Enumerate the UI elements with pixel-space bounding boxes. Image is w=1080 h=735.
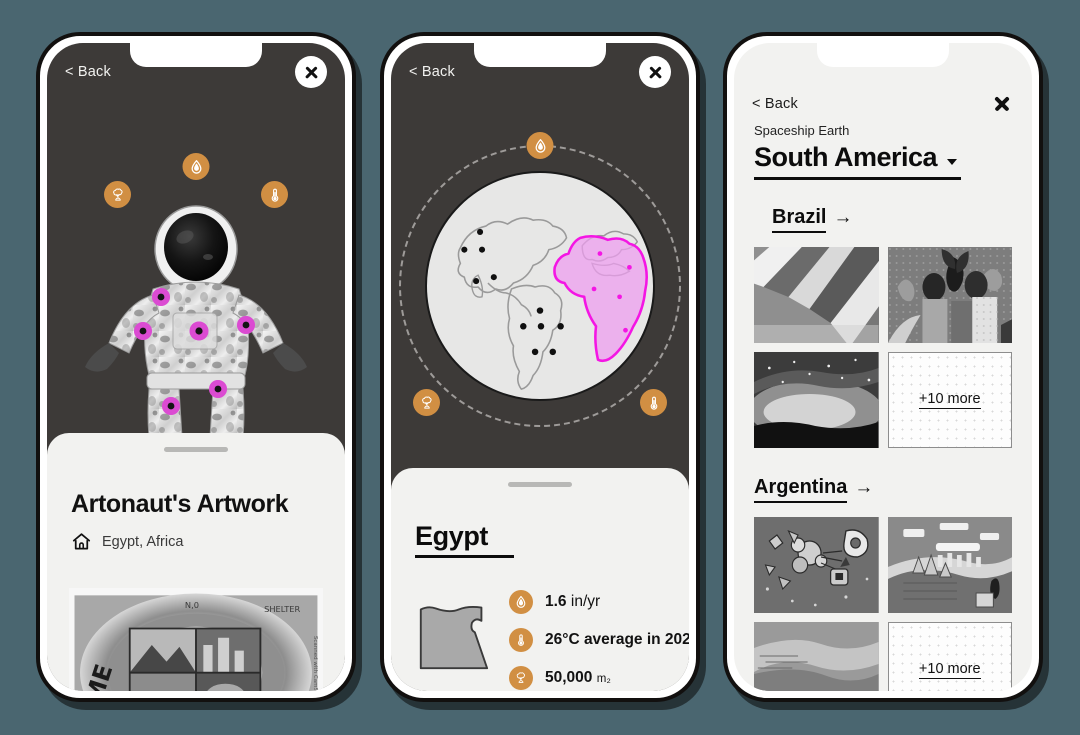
phone-notch <box>474 43 606 67</box>
egypt-shape-icon <box>415 588 491 672</box>
water-drop-icon <box>516 595 526 608</box>
svg-text:SHELTER: SHELTER <box>264 604 300 614</box>
screen-gallery: < Back Spaceship Earth South America Bra… <box>734 43 1032 691</box>
stat-rainfall-value: 1.6 <box>545 593 567 610</box>
artwork-thumb[interactable] <box>754 622 879 691</box>
country-label: Brazil <box>772 206 827 233</box>
phone-notch <box>817 43 949 67</box>
artwork-thumb[interactable] <box>754 352 879 448</box>
artwork-thumb[interactable] <box>887 247 1012 343</box>
screen-artwork-detail: < Back Artonaut's Artwork Egypt, Africa … <box>47 43 345 691</box>
stat-vegetation-text: 50,000 m₂ <box>545 669 611 687</box>
tree-icon <box>516 672 526 683</box>
stat-vegetation-value: 50,000 <box>545 669 593 686</box>
country-link-argentina[interactable]: Argentina → <box>754 476 873 503</box>
phone-mockup-1: < Back Artonaut's Artwork Egypt, Africa … <box>36 32 356 702</box>
vegetation-badge <box>509 666 533 690</box>
arrow-right-icon: → <box>854 477 874 498</box>
phone-notch <box>130 43 262 67</box>
svg-text:Scanned with CamScanner: Scanned with CamScanner <box>312 636 318 691</box>
gallery-scroll[interactable]: Spaceship Earth South America Brazil → +… <box>734 121 1032 691</box>
water-drop-icon <box>535 138 545 153</box>
close-icon <box>993 95 1011 113</box>
screen-globe: < Back Egypt 1.6 in/yr 26°C average in 2… <box>391 43 689 691</box>
country-selector[interactable]: Egypt <box>391 521 689 558</box>
country-label: Argentina <box>754 476 848 503</box>
stat-temperature: 26°C average in 2021 <box>509 628 689 652</box>
svg-text:N,0: N,0 <box>185 600 199 610</box>
sheet-grabber[interactable] <box>508 482 572 487</box>
country-sheet: Egypt 1.6 in/yr 26°C average in 2021 50,… <box>391 468 689 691</box>
stat-rainfall: 1.6 in/yr <box>509 590 689 614</box>
globe-stage <box>391 101 689 471</box>
stat-rainfall-text: 1.6 in/yr <box>545 593 600 611</box>
more-label: +10 more <box>918 391 981 409</box>
tree-icon <box>421 396 432 409</box>
artwork-thumb[interactable] <box>754 247 879 343</box>
close-button[interactable] <box>295 56 327 88</box>
country-name: Egypt <box>415 521 515 558</box>
rainfall-badge <box>509 590 533 614</box>
tree-badge[interactable] <box>413 389 440 416</box>
location-label: Egypt, Africa <box>102 533 184 550</box>
artwork-thumbnail[interactable]: ME ICE N,0 SHELTER Scanned with CamScann… <box>69 588 323 691</box>
thumb-grid-brazil: +10 more <box>754 247 1012 448</box>
back-button[interactable]: < Back <box>409 64 455 80</box>
sheet-grabber[interactable] <box>164 447 228 452</box>
water-drop-badge[interactable] <box>526 132 554 159</box>
page-title: Artonaut's Artwork <box>71 490 289 518</box>
more-tile-brazil[interactable]: +10 more <box>887 352 1012 448</box>
more-tile-argentina[interactable]: +10 more <box>887 622 1012 691</box>
home-icon <box>71 531 92 552</box>
country-stats: 1.6 in/yr 26°C average in 2021 50,000 m₂ <box>391 588 689 690</box>
close-button[interactable] <box>990 92 1014 116</box>
globe-map[interactable] <box>425 171 655 401</box>
close-icon <box>304 65 319 80</box>
location-row: Egypt, Africa <box>47 531 345 552</box>
back-button[interactable]: < Back <box>752 96 798 112</box>
region-selector[interactable]: South America <box>754 142 962 180</box>
thermometer-badge[interactable] <box>640 389 667 416</box>
thumb-grid-argentina: +10 more <box>754 517 1012 691</box>
stat-vegetation-unit: m₂ <box>596 673 611 685</box>
artwork-thumb[interactable] <box>754 517 879 613</box>
region-name: South America <box>754 142 938 172</box>
close-icon <box>648 65 663 80</box>
country-link-brazil[interactable]: Brazil → <box>772 206 852 233</box>
water-drop-icon <box>191 159 201 174</box>
chevron-down-icon <box>947 159 958 165</box>
back-button[interactable]: < Back <box>65 64 111 80</box>
phone-mockup-2: < Back Egypt 1.6 in/yr 26°C average in 2… <box>380 32 700 702</box>
detail-sheet: Artonaut's Artwork Egypt, Africa ME N,0 … <box>47 433 345 691</box>
stat-rainfall-unit: in/yr <box>570 593 601 610</box>
more-label: +10 more <box>918 661 981 679</box>
temperature-badge <box>509 628 533 652</box>
arrow-right-icon: → <box>833 207 853 228</box>
topbar-3: < Back <box>734 87 1032 121</box>
screenshot-stage: < Back Artonaut's Artwork Egypt, Africa … <box>0 0 1080 735</box>
breadcrumb: Spaceship Earth <box>754 123 850 138</box>
phone-mockup-3: < Back Spaceship Earth South America Bra… <box>723 32 1043 702</box>
thermometer-icon <box>650 396 657 410</box>
thermometer-icon <box>518 634 524 646</box>
artwork-thumb[interactable] <box>887 517 1012 613</box>
stat-list: 1.6 in/yr 26°C average in 2021 50,000 m₂ <box>509 588 689 690</box>
globe-continents <box>457 217 648 390</box>
close-button[interactable] <box>639 56 671 88</box>
stat-temperature-text: 26°C average in 2021 <box>545 631 689 648</box>
water-drop-badge[interactable] <box>182 153 210 180</box>
stat-vegetation: 50,000 m₂ <box>509 666 689 690</box>
